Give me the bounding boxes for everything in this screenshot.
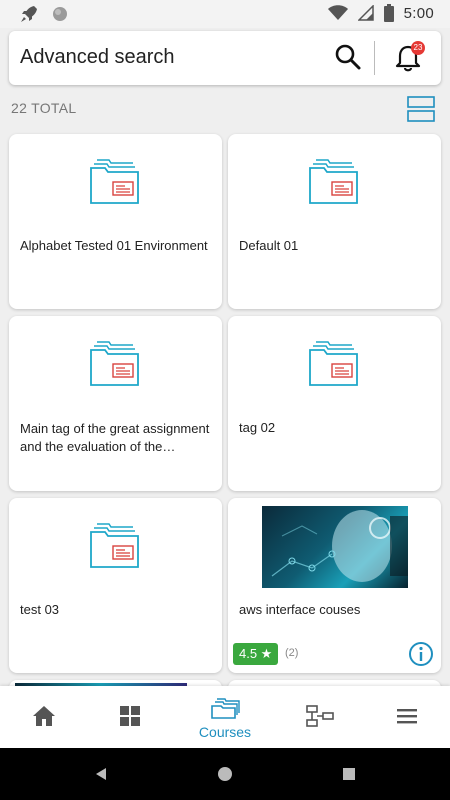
folder-icon <box>90 523 139 568</box>
nav-courses-label: Courses <box>198 724 252 740</box>
nav-dashboard[interactable] <box>85 686 175 748</box>
dashboard-grid-icon <box>120 706 140 726</box>
nav-menu[interactable] <box>360 686 450 748</box>
rating-count: (2) <box>285 647 299 659</box>
card-title: tag 02 <box>239 420 276 435</box>
course-card[interactable]: aws interface couses 4.5 ★ (2) <box>228 498 441 673</box>
home-icon <box>33 706 55 726</box>
folder-icon <box>309 159 358 204</box>
card-title: Main tag of the great assignment and the… <box>20 421 210 454</box>
signal-icon <box>357 5 374 21</box>
learning-path-icon <box>306 705 334 727</box>
recents-icon[interactable] <box>341 766 357 782</box>
folder-icon <box>309 341 358 386</box>
nav-home[interactable] <box>0 686 90 748</box>
courses-folders-icon <box>211 698 240 719</box>
menu-icon <box>397 709 417 724</box>
battery-icon <box>383 4 394 22</box>
course-card[interactable]: Default 01 <box>228 134 441 309</box>
nav-learning-path[interactable] <box>275 686 365 748</box>
course-card[interactable]: Main tag of the great assignment and the… <box>9 316 222 491</box>
card-title: Default 01 <box>239 238 299 253</box>
course-thumbnail <box>262 506 408 588</box>
toolbar-divider <box>374 41 375 75</box>
search-bar: Advanced search 23 <box>9 31 441 85</box>
course-card[interactable]: tag 02 <box>228 316 441 491</box>
folder-icon <box>90 341 139 386</box>
notification-badge: 23 <box>411 41 425 55</box>
search-icon[interactable] <box>334 43 362 71</box>
info-icon[interactable] <box>408 641 434 667</box>
ai-face-image <box>271 510 408 582</box>
total-count: 22 TOTAL <box>11 100 77 116</box>
folder-icon <box>90 159 139 204</box>
card-title: aws interface couses <box>239 602 361 617</box>
list-view-toggle-icon[interactable] <box>407 96 435 122</box>
search-title[interactable]: Advanced search <box>20 46 175 69</box>
bottom-navigation: Courses <box>0 686 450 748</box>
home-button-icon[interactable] <box>216 765 234 783</box>
status-bar: 5:00 <box>0 0 450 28</box>
card-title: test 03 <box>20 602 60 617</box>
system-navigation-bar <box>0 748 450 800</box>
rating-badge: 4.5 ★ <box>233 643 279 665</box>
status-time: 5:00 <box>403 4 434 22</box>
back-icon[interactable] <box>93 766 109 782</box>
course-card[interactable]: Alphabet Tested 01 Environment <box>9 134 222 309</box>
course-card[interactable]: test 03 <box>9 498 222 673</box>
wifi-icon <box>327 5 348 20</box>
card-title: Alphabet Tested 01 Environment <box>20 238 208 253</box>
rocket-icon <box>21 6 37 22</box>
nav-courses[interactable]: Courses <box>180 686 270 748</box>
circle-status-icon <box>53 7 67 21</box>
